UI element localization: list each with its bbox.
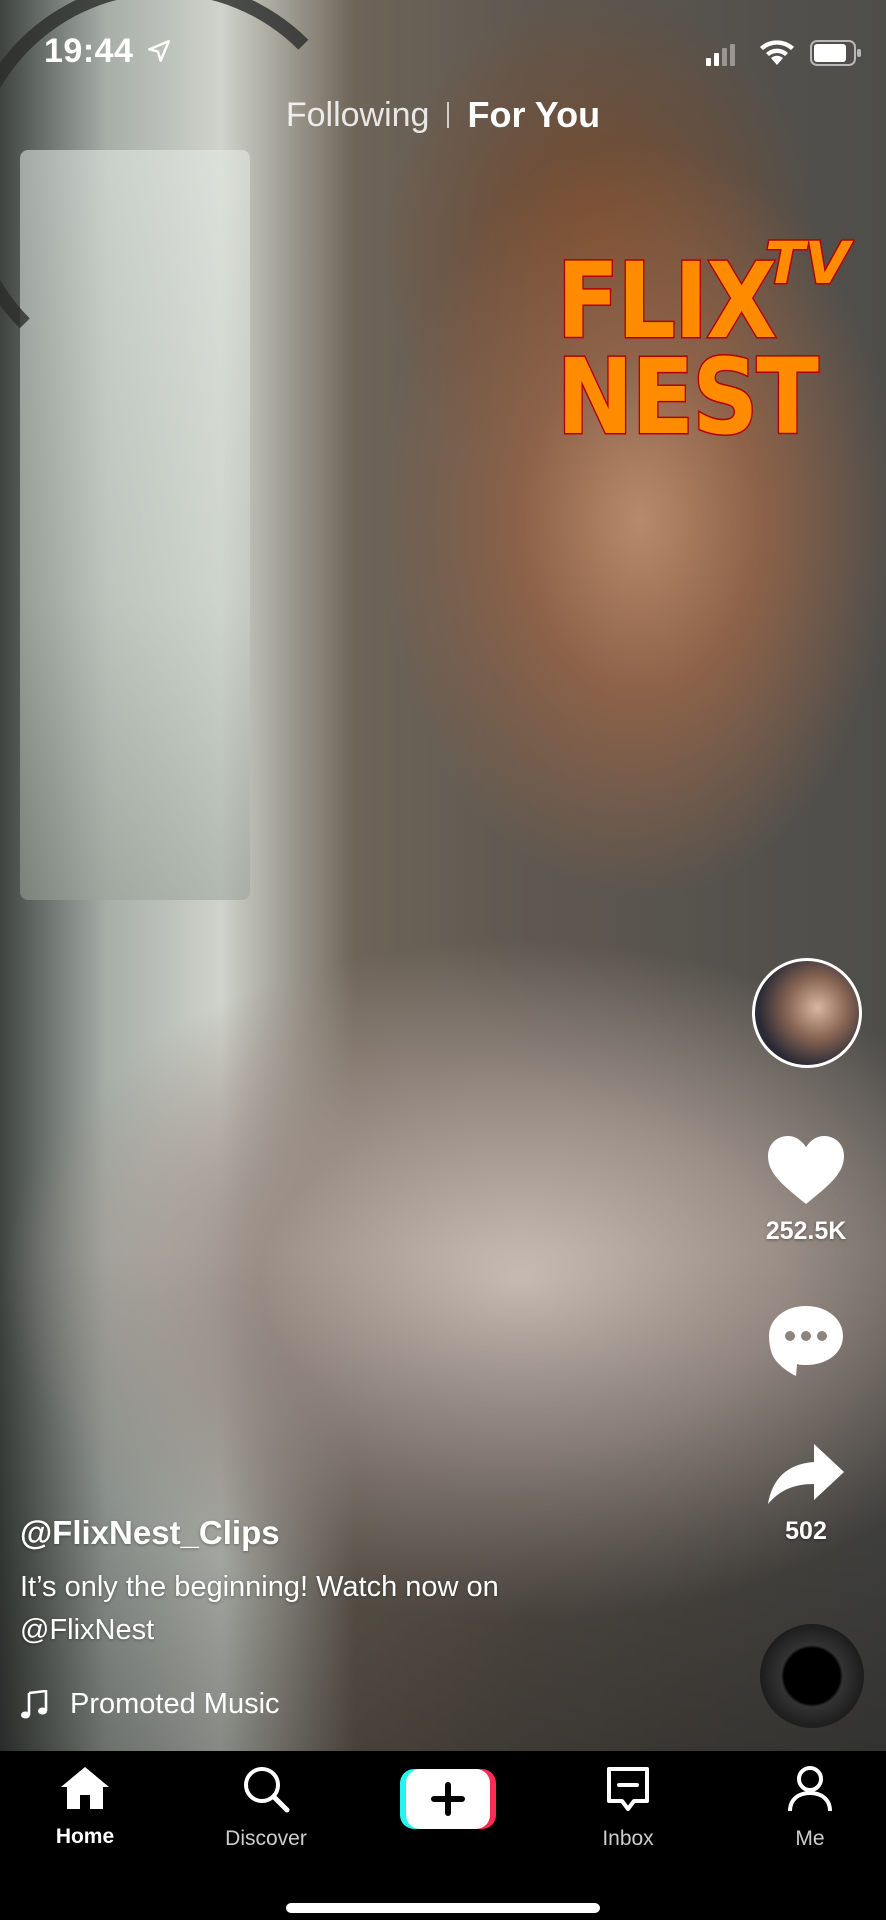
svg-text:NEST: NEST (557, 337, 819, 445)
music-note-icon (21, 1689, 48, 1718)
like-action[interactable]: 252.5K (751, 1134, 861, 1246)
tab-me[interactable]: Me (740, 1765, 880, 1851)
status-bar: 19:44 (0, 0, 886, 100)
home-icon (61, 1767, 109, 1809)
inbox-icon (607, 1767, 649, 1811)
wifi-icon (760, 40, 794, 65)
tab-following[interactable]: Following (286, 96, 430, 135)
post-description: It’s only the beginning! Watch now on @F… (20, 1571, 499, 1646)
tab-for-you[interactable]: For You (467, 94, 600, 136)
share-count: 502 (785, 1517, 827, 1545)
tab-home-label: Home (55, 1825, 115, 1848)
music-info[interactable]: Promoted Music (20, 1688, 280, 1721)
like-count: 252.5K (765, 1217, 847, 1245)
comment-action[interactable] (751, 1302, 861, 1383)
post-username[interactable]: @FlixNest_Clips (20, 1514, 620, 1552)
signal-icon (706, 44, 735, 66)
share-action[interactable]: 502 (751, 1442, 861, 1546)
create-button[interactable] (400, 1769, 496, 1829)
tab-inbox[interactable]: Inbox (558, 1765, 698, 1851)
tab-me-label: Me (795, 1827, 825, 1850)
post-caption: @FlixNest_Clips It’s only the beginning!… (20, 1514, 620, 1652)
screen: 19:44 Following For You FLIX NEST TV 252… (0, 0, 886, 1920)
person-icon (788, 1766, 832, 1812)
status-time: 19:44 (44, 32, 134, 70)
flixnest-tv-logo: FLIX NEST TV (555, 228, 855, 446)
heart-icon (768, 1136, 844, 1204)
svg-text:TV: TV (765, 229, 854, 297)
search-icon (244, 1767, 290, 1813)
tab-home[interactable]: Home (15, 1765, 155, 1849)
tab-discover[interactable]: Discover (196, 1765, 336, 1851)
creator-avatar[interactable] (752, 958, 862, 1068)
tab-discover-label: Discover (225, 1827, 307, 1850)
bottom-tab-bar: Home Discover Inbox Me (0, 1751, 886, 1920)
share-arrow-icon (768, 1444, 844, 1504)
plus-icon (400, 1769, 496, 1829)
home-indicator[interactable] (286, 1903, 600, 1913)
feed-tabs: Following For You (0, 94, 886, 136)
battery-icon (810, 40, 861, 66)
location-arrow-icon (148, 40, 170, 62)
tab-separator (447, 102, 450, 128)
comment-icon (769, 1306, 843, 1376)
music-disc[interactable] (760, 1624, 864, 1728)
tab-inbox-label: Inbox (602, 1827, 654, 1850)
music-label: Promoted Music (70, 1688, 280, 1720)
